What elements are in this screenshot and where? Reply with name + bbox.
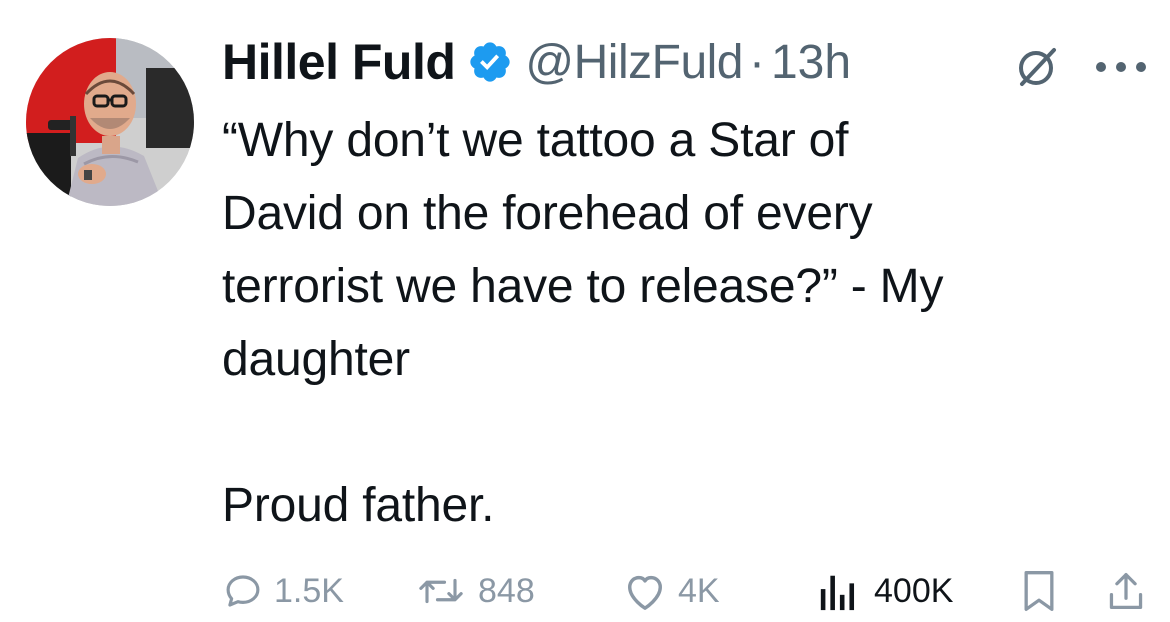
- reply-icon: [226, 575, 260, 607]
- tweet-actions: 1.5K 848 4K 400K: [222, 566, 1162, 622]
- avatar-photo: [26, 38, 194, 206]
- separator-dot: ·: [749, 35, 765, 89]
- repost-icon: [419, 578, 463, 604]
- more-icon[interactable]: [1090, 54, 1152, 80]
- tweet-time[interactable]: 13h: [771, 35, 851, 90]
- tweet-text: “Why don’t we tattoo a Star of David on …: [222, 114, 944, 532]
- bookmark-button[interactable]: [1020, 566, 1058, 616]
- share-button[interactable]: [1106, 566, 1146, 616]
- avatar[interactable]: [26, 38, 194, 206]
- views-icon: [820, 575, 855, 611]
- reply-count: 1.5K: [274, 571, 344, 610]
- verified-badge-icon[interactable]: [467, 39, 513, 85]
- like-button[interactable]: 4K: [622, 566, 720, 616]
- reply-button[interactable]: 1.5K: [222, 566, 344, 616]
- like-icon: [628, 575, 662, 610]
- author-name[interactable]: Hillel Fuld: [222, 33, 456, 91]
- views-button[interactable]: 400K: [818, 566, 953, 616]
- tweet-header: Hillel Fuld @HilzFuld · 13h: [222, 30, 1152, 94]
- like-count: 4K: [678, 571, 720, 610]
- repost-count: 848: [478, 571, 535, 610]
- repost-button[interactable]: 848: [414, 566, 535, 616]
- tweet-card[interactable]: Hillel Fuld @HilzFuld · 13h “Why don’t w…: [0, 0, 1170, 621]
- grok-icon[interactable]: [1014, 44, 1060, 90]
- share-icon: [1109, 573, 1143, 609]
- author-handle[interactable]: @HilzFuld: [525, 35, 743, 90]
- bookmark-icon: [1024, 571, 1054, 611]
- views-count: 400K: [874, 571, 954, 610]
